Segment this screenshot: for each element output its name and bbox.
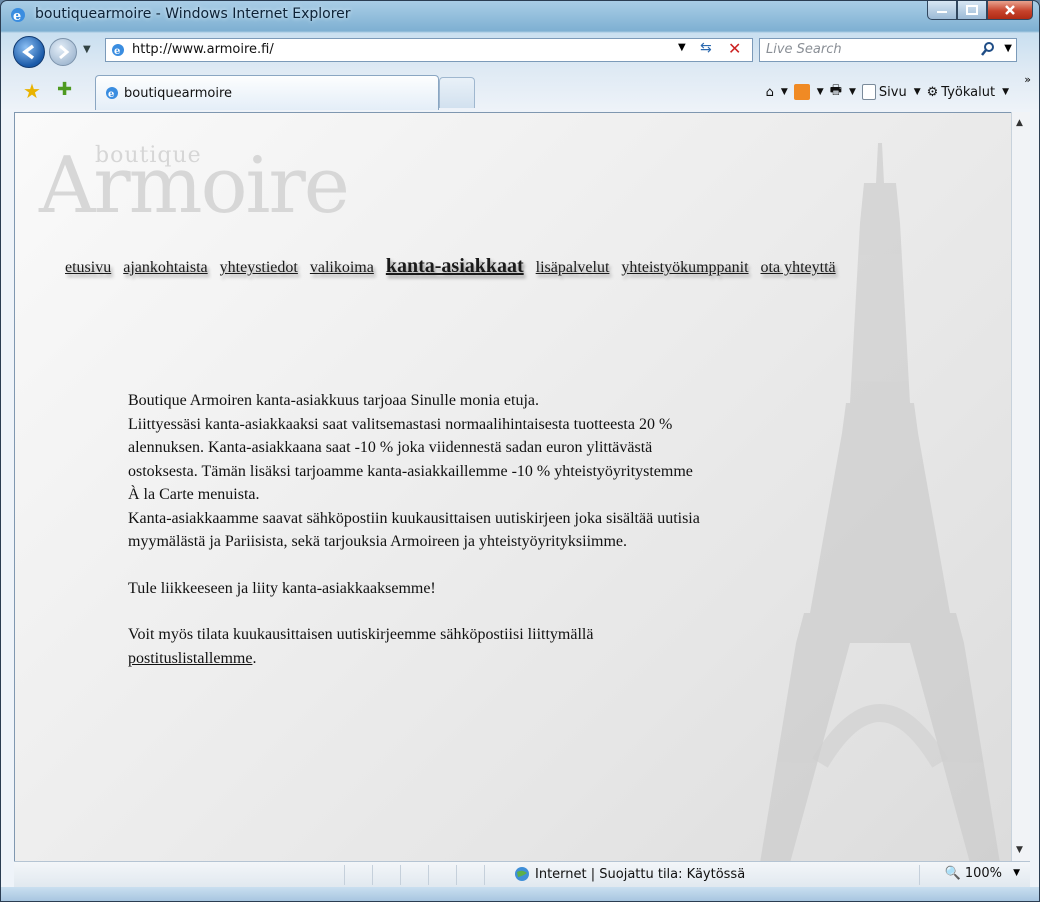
nav-link-valikoima[interactable]: valikoima bbox=[310, 259, 374, 277]
tab-label: boutiquearmoire bbox=[124, 86, 233, 101]
tools-menu-label: Työkalut bbox=[941, 84, 996, 100]
content-line: alennuksen. Kanta-asiakkaana saat -10 % … bbox=[128, 439, 653, 456]
command-tools: ⌂ ▼ ▼ 🖶 ▼ Sivu ▼ ⚙ Työkalut ▼ bbox=[766, 81, 1009, 103]
page-menu-button[interactable]: Sivu ▼ bbox=[861, 84, 921, 100]
refresh-icon[interactable]: ⇆ bbox=[700, 40, 712, 56]
window-bottom-frame bbox=[1, 887, 1039, 901]
window-title: boutiquearmoire - Windows Internet Explo… bbox=[35, 6, 351, 22]
vertical-scrollbar[interactable]: ▲ ▼ bbox=[1011, 112, 1030, 861]
zoom-level: 100% bbox=[964, 866, 1002, 881]
mailing-list-link[interactable]: postituslistallemme bbox=[128, 650, 252, 667]
svg-text:e: e bbox=[13, 9, 21, 24]
page-icon: e bbox=[112, 44, 124, 57]
stop-icon[interactable]: ✕ bbox=[728, 39, 741, 58]
content-line: À la Carte menuista. bbox=[128, 486, 260, 503]
globe-icon bbox=[515, 867, 529, 881]
scroll-down-icon[interactable]: ▼ bbox=[1016, 845, 1023, 855]
rss-icon bbox=[793, 84, 810, 100]
status-bar: Internet | Suojattu tila: Käytössä 🔍 100… bbox=[14, 861, 1030, 888]
close-icon bbox=[1005, 5, 1015, 15]
history-dropdown-icon[interactable]: ▼ bbox=[83, 44, 91, 55]
search-placeholder: Live Search bbox=[766, 42, 842, 57]
logo-armoire-text: Armoire bbox=[39, 141, 350, 231]
content-line: myymälästä ja Pariisista, sekä tarjouksi… bbox=[128, 533, 628, 550]
new-tab-button[interactable] bbox=[439, 77, 475, 108]
favorites-star-icon[interactable]: ★ bbox=[23, 79, 41, 103]
address-dropdown-icon[interactable]: ▼ bbox=[678, 42, 686, 53]
nav-link-etusivu[interactable]: etusivu bbox=[65, 259, 111, 277]
back-button[interactable] bbox=[13, 36, 45, 68]
scroll-up-icon[interactable]: ▲ bbox=[1016, 118, 1023, 128]
page-menu-icon bbox=[861, 84, 876, 100]
nav-link-yhteystiedot[interactable]: yhteystiedot bbox=[220, 259, 298, 277]
gear-icon: ⚙ bbox=[926, 84, 939, 100]
tools-menu-button[interactable]: ⚙ Työkalut ▼ bbox=[927, 85, 1009, 100]
address-field[interactable]: e http://www.armoire.fi/ ▼ ⇆ ✕ bbox=[105, 38, 753, 62]
forward-arrow-icon bbox=[59, 44, 70, 60]
zoom-icon: 🔍 bbox=[944, 866, 961, 881]
page-viewport: boutique Armoire etusivu ajankohtaista y… bbox=[14, 112, 1012, 863]
home-button[interactable]: ⌂ ▼ bbox=[766, 85, 788, 100]
content-line: postituslistallemme. bbox=[128, 647, 828, 671]
tab-boutiquearmoire[interactable]: e boutiquearmoire bbox=[95, 75, 439, 110]
content-line: Boutique Armoiren kanta-asiakkuus tarjoa… bbox=[128, 392, 540, 409]
security-zone[interactable]: Internet | Suojattu tila: Käytössä bbox=[514, 866, 745, 882]
print-button[interactable]: 🖶 ▼ bbox=[830, 81, 856, 103]
command-bar: ★ ✚ e boutiquearmoire ⌂ ▼ ▼ 🖶 ▼ Sivu ▼ ⚙ Työ… bbox=[1, 71, 1039, 110]
address-text: http://www.armoire.fi/ bbox=[132, 42, 274, 57]
content-line: Kanta-asiakkaamme saavat sähköpostiin ku… bbox=[128, 509, 700, 527]
maximize-button[interactable] bbox=[957, 1, 987, 20]
content-line: Liittyessäsi kanta-asiakkaaksi saat vali… bbox=[128, 415, 673, 433]
browser-window: e boutiquearmoire - Windows Internet Exp… bbox=[0, 0, 1040, 902]
main-content: Boutique Armoiren kanta-asiakkuus tarjoa… bbox=[128, 389, 828, 670]
search-input[interactable]: Live Search ▼ bbox=[759, 38, 1017, 62]
home-icon: ⌂ bbox=[765, 84, 774, 100]
content-line: ostoksesta. Tämän lisäksi tarjoamme kant… bbox=[128, 462, 693, 480]
feeds-button[interactable]: ▼ bbox=[793, 84, 824, 100]
zoom-control[interactable]: 🔍 100% bbox=[945, 866, 1002, 881]
minimize-button[interactable] bbox=[927, 1, 957, 20]
svg-text:e: e bbox=[114, 46, 120, 57]
zoom-dropdown-icon[interactable]: ▼ bbox=[1013, 868, 1020, 878]
close-button[interactable] bbox=[987, 1, 1033, 20]
maximize-icon bbox=[966, 5, 978, 15]
back-arrow-icon bbox=[22, 44, 35, 60]
printer-icon: 🖶 bbox=[829, 83, 842, 98]
address-bar-row: ▼ e http://www.armoire.fi/ ▼ ⇆ ✕ Live Se… bbox=[1, 33, 1039, 68]
link-suffix: . bbox=[252, 649, 257, 667]
nav-link-lisapalvelut[interactable]: lisäpalvelut bbox=[536, 259, 610, 277]
minimize-icon bbox=[937, 11, 947, 13]
nav-link-yhteistyokumppanit[interactable]: yhteistyökumppanit bbox=[621, 259, 748, 277]
page-icon: e bbox=[106, 87, 118, 100]
site-nav: etusivu ajankohtaista yhteystiedot valik… bbox=[65, 255, 848, 278]
chevron-more-icon[interactable]: » bbox=[1024, 73, 1031, 86]
nav-link-ota-yhteytta[interactable]: ota yhteyttä bbox=[761, 259, 836, 277]
nav-link-ajankohtaista[interactable]: ajankohtaista bbox=[123, 259, 207, 277]
nav-link-kanta-asiakkaat[interactable]: kanta-asiakkaat bbox=[386, 255, 524, 278]
ie-logo-icon: e bbox=[11, 8, 25, 24]
forward-button[interactable] bbox=[49, 38, 77, 66]
zone-text: Internet | Suojattu tila: Käytössä bbox=[535, 866, 746, 882]
page-menu-label: Sivu bbox=[878, 84, 907, 100]
content-line: Voit myös tilata kuukausittaisen uutiski… bbox=[128, 626, 594, 643]
svg-text:e: e bbox=[108, 89, 114, 100]
search-dropdown-icon[interactable]: ▼ bbox=[1004, 43, 1012, 54]
title-bar: e boutiquearmoire - Windows Internet Exp… bbox=[1, 1, 1039, 29]
add-favorites-icon[interactable]: ✚ bbox=[57, 79, 72, 100]
content-line: Tule liikkeeseen ja liity kanta-asiakkaa… bbox=[128, 579, 436, 597]
search-icon[interactable] bbox=[980, 41, 996, 57]
